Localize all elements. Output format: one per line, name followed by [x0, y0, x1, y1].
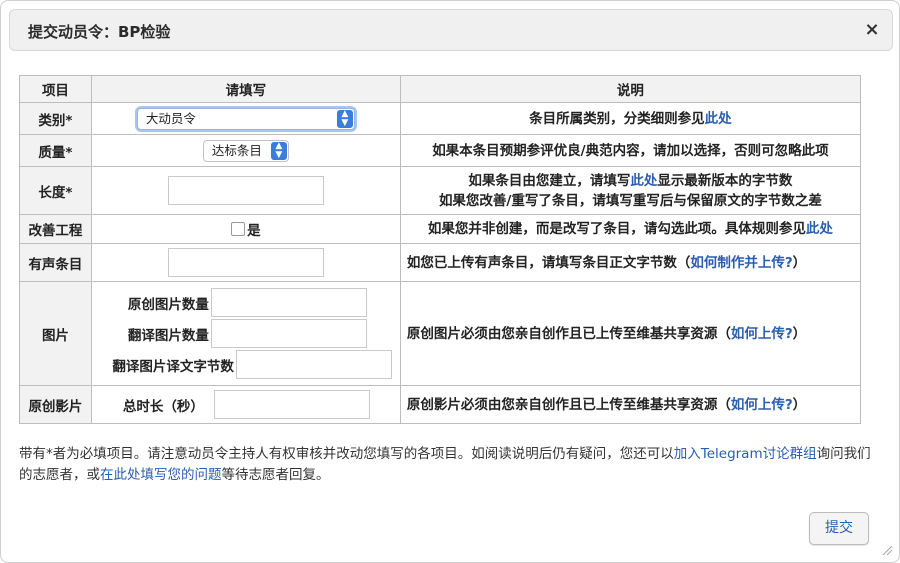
row-improve: 改善工程 是 如果您并非创建，而是改写了条目，请勾选此项。具体规则参见此处: [19, 214, 862, 244]
improve-desc: 如果您并非创建，而是改写了条目，请勾选此项。具体规则参见此处: [399, 214, 862, 244]
resize-grip-icon[interactable]: [881, 544, 893, 556]
row-quality: 质量* 达标条目 ▲ ▼ 如果本条目预期参评优良/典范内容，请加以选择，否则可忽略…: [19, 134, 862, 167]
improve-label: 改善工程: [19, 214, 92, 244]
category-desc-text: 条目所属类别，分类细则参见: [529, 110, 705, 127]
audio-cell: [90, 243, 401, 282]
video-desc: 原创影片必须由您亲自创作且已上传至维基共享资源（如何上传?）: [399, 385, 862, 424]
row-category: 类别* 大动员令 ▲ ▼ 条目所属类别，分类细则参见此处: [19, 102, 862, 135]
translated-bytes-label: 翻译图片译文字节数: [112, 358, 234, 375]
video-desc-text: 原创影片必须由您亲自创作且已上传至维基共享资源（: [406, 396, 731, 413]
length-desc: 如果条目由您建立，请填写此处显示最新版本的字节数 如果您改善/重写了条目，请填写…: [399, 166, 862, 215]
translated-bytes-row: 翻译图片译文字节数: [92, 349, 400, 380]
improve-checkbox[interactable]: [231, 222, 246, 236]
video-howto-link[interactable]: 如何上传?: [731, 397, 793, 413]
footer-text3: 等待志愿者回复。: [221, 467, 330, 483]
length-label: 长度*: [19, 166, 92, 215]
images-howto-link[interactable]: 如何上传?: [731, 326, 793, 342]
row-images: 图片 原创图片数量 翻译图片数量 翻译图片译文字节数 原创图片必须由您亲自创作且…: [19, 281, 862, 386]
header-desc: 说明: [399, 75, 862, 103]
footer-text1: 带有*者为必填项目。请注意动员令主持人有权审核并改动您填写的各项目。如阅读说明后…: [19, 446, 674, 462]
ask-question-link[interactable]: 在此处填写您的问题: [100, 467, 222, 483]
audio-desc-end: ）: [792, 254, 807, 271]
length-here-link[interactable]: 此处: [630, 173, 657, 189]
images-desc-text: 原创图片必须由您亲自创作且已上传至维基共享资源（: [406, 325, 731, 342]
translated-images-input[interactable]: [210, 319, 367, 348]
audio-label: 有声条目: [19, 243, 92, 282]
original-images-row: 原创图片数量: [92, 287, 400, 318]
length-desc-line2: 如果您改善/重写了条目，请填写重写后与保留原文的字节数之差: [438, 192, 822, 209]
original-images-input[interactable]: [210, 288, 367, 317]
length-cell: [90, 166, 401, 215]
quality-cell: 达标条目 ▲ ▼: [90, 134, 401, 167]
row-video: 原创影片 总时长（秒） 原创影片必须由您亲自创作且已上传至维基共享资源（如何上传…: [19, 385, 862, 424]
audio-desc: 如您已上传有声条目，请填写条目正文字节数（如何制作并上传?）: [399, 243, 862, 282]
audio-input[interactable]: [167, 248, 324, 277]
translated-images-row: 翻译图片数量: [92, 318, 400, 349]
length-desc-text: 如果条目由您建立，请填写: [468, 172, 631, 189]
audio-howto-link[interactable]: 如何制作并上传?: [690, 255, 792, 271]
select-arrows-icon: ▲ ▼: [270, 141, 287, 160]
dialog-title: 提交动员令：BP检验: [28, 23, 171, 41]
length-input[interactable]: [167, 176, 324, 205]
video-cell: 总时长（秒）: [90, 385, 401, 424]
dialog-titlebar: 提交动员令：BP检验 ×: [9, 9, 893, 51]
submit-dialog: 提交动员令：BP检验 × 项目 请填写 说明 类别* 大动员令 ▲ ▼ 条目所属类…: [0, 0, 900, 563]
header-item: 项目: [19, 75, 92, 103]
improve-checkbox-label: 是: [247, 223, 261, 239]
table-header-row: 项目 请填写 说明: [19, 75, 862, 103]
video-duration-row: 总时长（秒）: [92, 389, 400, 420]
category-cell: 大动员令 ▲ ▼: [90, 102, 401, 135]
length-desc-line1: 如果条目由您建立，请填写此处显示最新版本的字节数: [401, 171, 860, 191]
translated-images-label: 翻译图片数量: [127, 327, 209, 344]
category-select-value: 大动员令: [145, 110, 196, 126]
quality-select-value: 达标条目: [211, 142, 262, 158]
quality-desc: 如果本条目预期参评优良/典范内容，请加以选择，否则可忽略此项: [399, 134, 862, 167]
quality-select[interactable]: 达标条目 ▲ ▼: [202, 139, 289, 162]
images-cell: 原创图片数量 翻译图片数量 翻译图片译文字节数: [90, 281, 401, 386]
category-desc: 条目所属类别，分类细则参见此处: [399, 102, 862, 135]
row-audio: 有声条目 如您已上传有声条目，请填写条目正文字节数（如何制作并上传?）: [19, 243, 862, 282]
quality-label: 质量*: [19, 134, 92, 167]
video-duration-label: 总时长（秒）: [122, 398, 204, 415]
audio-desc-text: 如您已上传有声条目，请填写条目正文字节数（: [406, 254, 691, 271]
improve-rules-link[interactable]: 此处: [806, 221, 833, 237]
original-images-label: 原创图片数量: [127, 296, 209, 313]
select-arrows-icon: ▲ ▼: [336, 109, 353, 128]
images-desc: 原创图片必须由您亲自创作且已上传至维基共享资源（如何上传?）: [399, 281, 862, 386]
row-length: 长度* 如果条目由您建立，请填写此处显示最新版本的字节数 如果您改善/重写了条目…: [19, 166, 862, 215]
video-label: 原创影片: [19, 385, 92, 424]
category-select[interactable]: 大动员令 ▲ ▼: [136, 107, 355, 130]
length-desc-text2: 显示最新版本的字节数: [657, 172, 793, 189]
submission-form-table: 项目 请填写 说明 类别* 大动员令 ▲ ▼ 条目所属类别，分类细则参见此处 质量…: [19, 75, 862, 424]
header-fill: 请填写: [90, 75, 401, 103]
images-label: 图片: [19, 281, 92, 386]
video-duration-input[interactable]: [213, 390, 370, 419]
footer-note: 带有*者为必填项目。请注意动员令主持人有权审核并改动您填写的各项目。如阅读说明后…: [19, 444, 877, 486]
close-icon[interactable]: ×: [862, 20, 882, 40]
improve-cell: 是: [90, 214, 401, 244]
improve-desc-text: 如果您并非创建，而是改写了条目，请勾选此项。具体规则参见: [427, 221, 806, 237]
submit-button[interactable]: 提交: [809, 512, 869, 545]
category-label: 类别*: [19, 102, 92, 135]
category-rules-link[interactable]: 此处: [705, 111, 732, 127]
telegram-group-link[interactable]: 加入Telegram讨论群组: [674, 446, 817, 462]
video-desc-end: ）: [792, 396, 807, 413]
images-desc-end: ）: [792, 325, 807, 342]
translated-bytes-input[interactable]: [235, 350, 392, 379]
